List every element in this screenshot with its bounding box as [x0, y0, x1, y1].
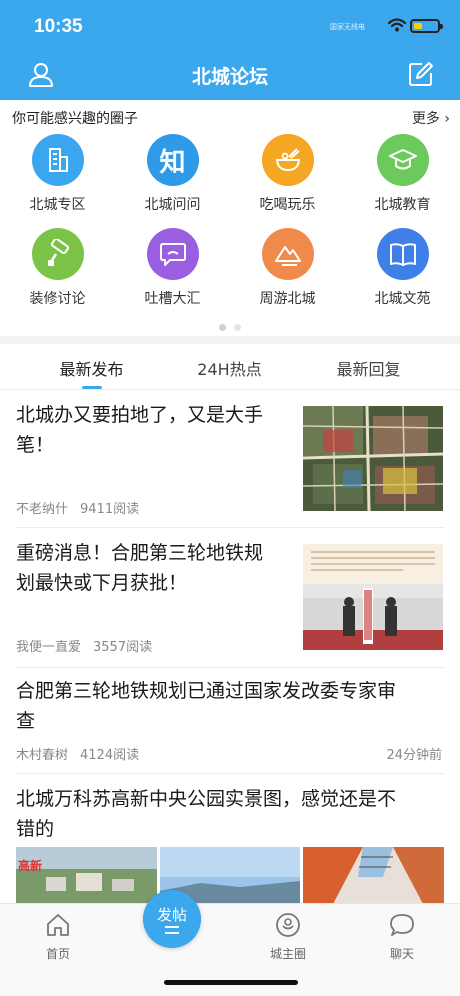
chat-bubble-icon	[146, 228, 199, 280]
page-dot-active	[219, 324, 226, 331]
post-author: 我便一直爱	[16, 640, 82, 655]
tab-latest-reply[interactable]: 最新回复	[292, 356, 445, 380]
nav-bar: 北城论坛	[0, 50, 460, 100]
chevron-right-icon: ›	[444, 111, 450, 127]
circle-item-zone[interactable]: 北城专区	[0, 134, 115, 214]
status-time: 10:35	[34, 16, 83, 37]
post-meta: 我便一直爱 3557阅读	[16, 636, 152, 655]
tabbar-city-circle-label: 城主圈	[269, 947, 306, 961]
zhi-icon: 知	[146, 134, 199, 186]
post-reads: 9411阅读	[80, 502, 140, 517]
post-author: 不老纳什	[16, 502, 69, 517]
circles-title: 你可能感兴趣的圈子	[12, 111, 138, 127]
post-title: 合肥第三轮地铁规划已通过国家发改委专家审查	[16, 680, 397, 732]
post-item[interactable]: 北城万科苏高新中央公园实景图，感觉还是不 错的 高新	[16, 774, 444, 904]
circle-community-icon	[276, 913, 300, 937]
carrier-text: 国家无线电	[330, 23, 365, 31]
circle-label: 北城专区	[29, 197, 86, 213]
app-header: 10:35 国家无线电 北城论坛	[0, 0, 460, 100]
circle-item-education[interactable]: 北城教育	[345, 134, 460, 214]
compose-icon[interactable]	[408, 61, 434, 87]
tabbar-city-circle[interactable]: 城主圈	[248, 912, 328, 962]
tabbar-home-label: 首页	[45, 947, 70, 961]
post-meta: 不老纳什 9411阅读	[16, 498, 139, 517]
tab-latest[interactable]: 最新发布	[15, 356, 168, 380]
circle-item-rant[interactable]: 吐槽大汇	[115, 228, 230, 308]
tab-24h-hot[interactable]: 24H热点	[153, 356, 306, 380]
building-icon	[31, 134, 84, 186]
page-dot	[234, 324, 241, 331]
book-icon	[376, 228, 429, 280]
post-title: 重磅消息！合肥第三轮地铁规 划最快或下月获批！	[16, 542, 264, 594]
tabbar-home[interactable]: 首页	[18, 912, 98, 962]
tab-indicator	[82, 386, 102, 389]
chat-icon	[390, 914, 414, 936]
post-title: 北城万科苏高新中央公园实景图，感觉还是不 错的	[16, 788, 397, 840]
bowl-icon	[261, 134, 314, 186]
feed-tabs: 最新发布 24H热点 最新回复	[0, 344, 460, 390]
circle-label: 北城文苑	[374, 291, 431, 307]
post-author: 木村春树	[16, 748, 69, 763]
graduation-cap-icon	[376, 134, 429, 186]
tabbar-chat-label: 聊天	[389, 947, 414, 961]
post-image: 高新	[16, 847, 157, 904]
circle-item-literature[interactable]: 北城文苑	[345, 228, 460, 308]
more-label: 更多	[411, 111, 440, 127]
circle-label: 北城问问	[144, 197, 201, 213]
post-button-label: 发帖	[156, 906, 187, 924]
circle-label: 吐槽大汇	[144, 291, 201, 307]
circle-item-food[interactable]: 吃喝玩乐	[230, 134, 345, 214]
circle-label: 装修讨论	[29, 291, 86, 307]
page-title: 北城论坛	[191, 66, 268, 88]
page-indicator	[0, 316, 460, 335]
status-bar: 10:35 国家无线电	[0, 0, 460, 50]
interest-circles: 你可能感兴趣的圈子 更多 › 北城专区 知 北城问问 吃喝玩乐 北城教育 装修讨…	[0, 100, 460, 336]
circle-item-decoration[interactable]: 装修讨论	[0, 228, 115, 308]
wifi-icon	[388, 18, 406, 32]
post-thumbnail-map	[303, 406, 443, 511]
circle-item-travel[interactable]: 周游北城	[230, 228, 345, 308]
battery-icon	[410, 19, 443, 33]
circle-label: 周游北城	[259, 291, 316, 307]
post-item[interactable]: 重磅消息！合肥第三轮地铁规 划最快或下月获批！ 我便一直爱 3557阅读	[16, 528, 444, 668]
circle-label: 吃喝玩乐	[259, 197, 316, 213]
circle-item-ask[interactable]: 知 北城问问	[115, 134, 230, 214]
post-button[interactable]: 发帖	[143, 890, 201, 948]
post-title: 北城办又要拍地了，又是大手 笔！	[16, 404, 264, 456]
paint-roller-icon	[31, 228, 84, 280]
more-link[interactable]: 更多 ›	[412, 108, 450, 128]
circle-label: 北城教育	[374, 197, 431, 213]
section-divider	[0, 336, 460, 344]
post-item[interactable]: 北城办又要拍地了，又是大手 笔！ 不老纳什 9411阅读	[16, 390, 444, 528]
post-reads: 4124阅读	[80, 748, 140, 763]
tabbar-chat[interactable]: 聊天	[362, 912, 442, 962]
image-watermark: 高新	[18, 859, 43, 873]
mountain-icon	[261, 228, 314, 280]
post-time: 24分钟前	[386, 748, 442, 763]
post-image	[303, 847, 444, 904]
post-reads: 3557阅读	[93, 640, 153, 655]
home-indicator	[164, 980, 298, 985]
post-thumbnail-photo	[303, 544, 443, 650]
home-icon	[47, 914, 69, 936]
menu-lines-icon	[165, 926, 179, 934]
post-meta: 木村春树 4124阅读	[16, 744, 139, 763]
post-item[interactable]: 合肥第三轮地铁规划已通过国家发改委专家审查 木村春树 4124阅读 24分钟前	[16, 668, 444, 774]
